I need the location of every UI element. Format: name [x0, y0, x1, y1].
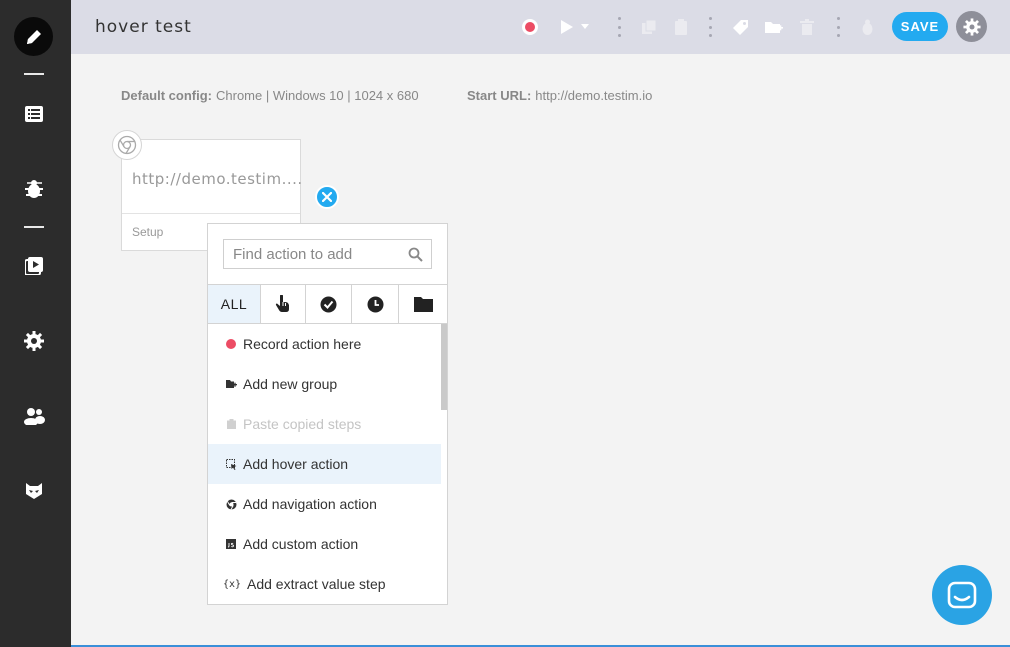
list-item-add-custom[interactable]: Add custom action [208, 524, 441, 564]
action-category-tabs: ALL [208, 284, 447, 324]
tab-all[interactable]: ALL [208, 285, 261, 323]
play-icon[interactable] [555, 16, 577, 38]
mask-icon[interactable] [22, 479, 46, 503]
chrome-browser-icon [112, 130, 142, 160]
list-item-paste-steps: Paste copied steps [208, 404, 441, 444]
test-editor-canvas: Default config: Chrome | Windows 10 | 102… [71, 54, 1010, 645]
folder-icon [413, 297, 433, 312]
clock-icon [367, 296, 383, 312]
list-item-add-group[interactable]: Add new group [208, 364, 441, 404]
left-sidebar [0, 0, 71, 647]
record-dot-icon [223, 336, 239, 352]
add-action-popup: ALL Record action here Add new grou [207, 223, 448, 605]
test-runs-icon[interactable] [22, 254, 46, 278]
bug-icon[interactable] [22, 177, 46, 201]
step-divider [122, 213, 300, 214]
save-button[interactable]: SAVE [892, 12, 948, 41]
default-config-value: Chrome | Windows 10 | 1024 x 680 [216, 88, 419, 103]
action-list: Record action here Add new group Paste c… [208, 324, 441, 604]
check-circle-icon [320, 296, 337, 312]
hover-icon [223, 456, 239, 472]
delete-icon[interactable] [796, 16, 818, 38]
navigation-icon [223, 496, 239, 512]
start-url[interactable]: Start URL: http://demo.testim.io [467, 88, 652, 103]
hand-pointer-icon [275, 295, 289, 312]
list-item-add-extract-value[interactable]: {x} Add extract value step [208, 564, 441, 604]
tab-groups[interactable] [399, 285, 447, 323]
list-item-add-hover[interactable]: Add hover action [208, 444, 441, 484]
add-folder-icon[interactable] [763, 16, 785, 38]
more-options-icon[interactable] [616, 17, 622, 37]
bug-icon[interactable] [856, 16, 878, 38]
default-config[interactable]: Default config: Chrome | Windows 10 | 102… [121, 88, 419, 103]
more-options-icon[interactable] [835, 17, 841, 37]
chat-support-icon[interactable] [932, 565, 992, 625]
search-icon [408, 247, 423, 262]
clipboard-icon[interactable] [670, 16, 692, 38]
top-toolbar: hover test SAVE [71, 0, 1010, 54]
variable-icon: {x} [223, 578, 242, 590]
team-users-icon[interactable] [22, 404, 46, 428]
close-popup-icon[interactable] [315, 185, 339, 209]
test-list-icon[interactable] [22, 102, 46, 126]
action-search-input[interactable] [224, 241, 404, 267]
action-list-scrollbar[interactable] [441, 324, 447, 410]
list-item-record-action[interactable]: Record action here [208, 324, 441, 364]
group-icon [223, 376, 239, 392]
test-title[interactable]: hover test [95, 17, 192, 37]
tab-interactions[interactable] [261, 285, 306, 323]
tab-validations[interactable] [306, 285, 352, 323]
tag-icon[interactable] [729, 16, 751, 38]
clipboard-icon [223, 416, 239, 432]
pencil-logo-icon[interactable] [14, 17, 53, 56]
test-settings-gear-icon[interactable] [956, 11, 987, 42]
start-url-value: http://demo.testim.io [535, 88, 653, 103]
list-item-add-navigation[interactable]: Add navigation action [208, 484, 441, 524]
step-setup-label: Setup [132, 225, 164, 239]
more-options-icon[interactable] [707, 17, 713, 37]
js-icon [223, 536, 239, 552]
action-search-box[interactable] [223, 239, 432, 269]
sidebar-divider [24, 226, 44, 228]
copy-icon[interactable] [638, 16, 660, 38]
settings-gear-icon[interactable] [22, 329, 46, 353]
step-url: http://demo.testim.... [132, 170, 303, 188]
sidebar-divider [24, 73, 44, 75]
tab-waits[interactable] [352, 285, 399, 323]
play-options-chevron-down-icon[interactable] [579, 16, 591, 38]
record-icon[interactable] [519, 16, 541, 38]
